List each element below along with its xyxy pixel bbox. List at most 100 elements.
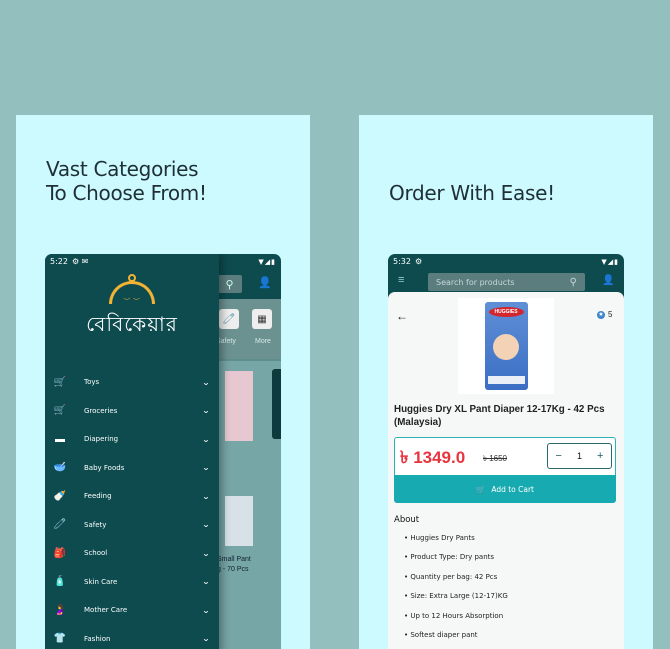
quantity-stepper: − 1 + bbox=[547, 443, 612, 469]
headline-line-1: Vast Categories bbox=[46, 157, 199, 181]
search-placeholder: Search for products bbox=[436, 277, 515, 287]
menu-item-label: Groceries bbox=[84, 406, 118, 415]
back-arrow-icon[interactable]: ← bbox=[396, 309, 408, 323]
status-icons: ⚙ bbox=[414, 257, 423, 266]
menu-item-label: Skin Care bbox=[84, 577, 118, 586]
minus-button[interactable]: − bbox=[556, 450, 562, 462]
school-icon: 🎒 bbox=[53, 547, 67, 559]
baby-foods-icon: 🥣 bbox=[53, 462, 67, 474]
about-list: • Huggies Dry Pants • Product Type: Dry p… bbox=[404, 528, 618, 645]
menu-item-mother-care[interactable]: 🤰 Mother Care ⌄ bbox=[45, 596, 219, 625]
price-box: ৳ 1349.0 ৳ 1650 − 1 + bbox=[394, 437, 616, 475]
menu-item-label: Fashion bbox=[84, 634, 111, 643]
chevron-down-icon[interactable]: ⌄ bbox=[200, 577, 213, 586]
signal-battery-icon: ▼◢▮ bbox=[601, 257, 619, 266]
menu-item-skin-care[interactable]: 🧴 Skin Care ⌄ bbox=[45, 568, 219, 597]
chevron-down-icon[interactable]: ⌄ bbox=[200, 549, 213, 558]
cart-icon: 🛒 bbox=[475, 484, 486, 494]
about-list-item: • Size: Extra Large (12-17)KG bbox=[404, 592, 508, 601]
chevron-down-icon[interactable]: ⌄ bbox=[200, 492, 213, 501]
app-top-bar: ≡ Search for products ⚲ 👤 bbox=[388, 269, 624, 293]
about-list-item: • Quantity per bag: 42 Pcs bbox=[404, 572, 498, 581]
safety-category-icon[interactable]: 🧷 bbox=[219, 309, 239, 329]
chevron-down-icon[interactable]: ⌄ bbox=[200, 606, 213, 615]
search-input[interactable]: Search for products ⚲ bbox=[428, 273, 585, 291]
quantity-value: 1 bbox=[576, 451, 582, 461]
product-image: HUGGIES bbox=[458, 298, 554, 394]
skin-care-icon: 🧴 bbox=[53, 576, 67, 588]
menu-item-fashion[interactable]: 👕 Fashion ⌄ bbox=[45, 625, 219, 649]
rating-value: 5 bbox=[608, 310, 613, 319]
left-promo-panel: Vast Categories To Choose From! ⚲ 👤 🧷 ▦ … bbox=[16, 115, 310, 649]
status-time: 5:22 bbox=[50, 257, 68, 266]
plus-button[interactable]: + bbox=[597, 450, 603, 462]
product-detail-sheet: ← HUGGIES ★ 5 Huggies Dry XL Pant Diaper… bbox=[388, 292, 624, 649]
chevron-down-icon[interactable]: ⌄ bbox=[200, 378, 213, 387]
product-name: Small Pant g - 70 Pcs bbox=[217, 556, 251, 573]
headline-line-2: To Choose From! bbox=[46, 181, 207, 205]
add-to-cart-button[interactable]: 🛒 Add to Cart bbox=[394, 475, 616, 503]
menu-item-label: School bbox=[84, 549, 108, 558]
signal-battery-icon: ▼◢▮ bbox=[258, 257, 276, 266]
star-icon: ★ bbox=[597, 310, 605, 319]
about-list-item: • Huggies Dry Pants bbox=[404, 533, 475, 542]
about-heading: About bbox=[394, 515, 420, 525]
old-price: ৳ 1650 bbox=[483, 454, 508, 463]
menu-item-feeding[interactable]: 🍼 Feeding ⌄ bbox=[45, 482, 219, 511]
product-title: Huggies Dry XL Pant Diaper 12-17Kg - 42 … bbox=[394, 404, 605, 428]
diapering-icon: ▬ bbox=[55, 433, 65, 445]
menu-item-label: Feeding bbox=[84, 492, 112, 501]
add-to-cart-label: Add to Cart bbox=[491, 484, 535, 494]
fashion-icon: 👕 bbox=[53, 633, 67, 645]
user-icon[interactable]: 👤 bbox=[258, 276, 272, 289]
product-image bbox=[225, 371, 253, 441]
chevron-down-icon[interactable]: ⌄ bbox=[200, 435, 213, 444]
about-list-item: • Product Type: Dry pants bbox=[404, 553, 495, 562]
about-list-item: • Softest diaper pant bbox=[404, 631, 478, 640]
rating-badge: ★ 5 bbox=[597, 310, 612, 319]
chevron-down-icon[interactable]: ⌄ bbox=[200, 406, 213, 415]
brand-logo: ‿‿ বেবিকেয়ার bbox=[45, 274, 219, 343]
category-label: More bbox=[255, 338, 271, 345]
chevron-down-icon[interactable]: ⌄ bbox=[200, 463, 213, 472]
menu-item-label: Mother Care bbox=[84, 606, 128, 615]
product-image bbox=[225, 496, 253, 546]
menu-item-groceries[interactable]: 🛒 Groceries ⌄ bbox=[45, 397, 219, 426]
menu-item-school[interactable]: 🎒 School ⌄ bbox=[45, 539, 219, 568]
right-promo-panel: Order With Ease! 5:32 ⚙ ▼◢▮ ≡ Search for… bbox=[359, 115, 653, 649]
menu-item-label: Diapering bbox=[84, 435, 119, 444]
current-price: ৳ 1349.0 bbox=[400, 448, 466, 467]
menu-item-diapering[interactable]: ▬ Diapering ⌄ bbox=[45, 425, 219, 454]
status-time: 5:32 bbox=[393, 257, 411, 266]
baby-cap-icon: ‿‿ bbox=[109, 274, 155, 304]
status-icons: ⚙ ✉ bbox=[71, 257, 89, 266]
menu-item-baby-foods[interactable]: 🥣 Baby Foods ⌄ bbox=[45, 454, 219, 483]
about-list-item: • Up to 12 Hours Absorption bbox=[404, 611, 504, 620]
chevron-down-icon[interactable]: ⌄ bbox=[200, 634, 213, 643]
mother-care-icon: 🤰 bbox=[53, 604, 67, 616]
user-icon[interactable]: 👤 bbox=[602, 275, 614, 286]
right-phone-screen: 5:32 ⚙ ▼◢▮ ≡ Search for products ⚲ 👤 ← H… bbox=[388, 254, 624, 649]
search-icon[interactable]: ⚲ bbox=[570, 277, 577, 288]
category-menu: 🛒 Toys ⌄ 🛒 Groceries ⌄ ▬ Diapering ⌄ 🥣 Baby Foods ⌄… bbox=[45, 368, 219, 649]
left-headline: Vast Categories To Choose From! bbox=[46, 157, 207, 205]
menu-item-label: Baby Foods bbox=[84, 463, 125, 472]
more-category-icon[interactable]: ▦ bbox=[252, 309, 272, 329]
menu-item-label: Toys bbox=[84, 378, 100, 387]
chevron-down-icon[interactable]: ⌄ bbox=[200, 520, 213, 529]
menu-icon[interactable]: ≡ bbox=[398, 274, 404, 286]
search-icon[interactable]: ⚲ bbox=[217, 275, 242, 293]
banner-edge bbox=[272, 369, 281, 439]
navigation-drawer: ‿‿ বেবিকেয়ার 🛒 Toys ⌄ 🛒 Groceries ⌄ ▬ Diaperin… bbox=[45, 254, 219, 649]
toys-icon: 🛒 bbox=[53, 376, 67, 388]
safety-icon: 🧷 bbox=[53, 519, 67, 531]
menu-item-toys[interactable]: 🛒 Toys ⌄ bbox=[45, 368, 219, 397]
diaper-pack-image: HUGGIES bbox=[484, 302, 528, 390]
left-phone-screen: ⚲ 👤 🧷 ▦ Safety More Small Pant g - 70 Pc… bbox=[45, 254, 281, 649]
status-bar: 5:32 ⚙ ▼◢▮ bbox=[388, 254, 624, 269]
menu-item-label: Safety bbox=[84, 520, 107, 529]
brand-name: বেবিকেয়ার bbox=[86, 312, 178, 336]
right-headline: Order With Ease! bbox=[389, 181, 555, 205]
menu-item-safety[interactable]: 🧷 Safety ⌄ bbox=[45, 511, 219, 540]
feeding-icon: 🍼 bbox=[53, 490, 67, 502]
